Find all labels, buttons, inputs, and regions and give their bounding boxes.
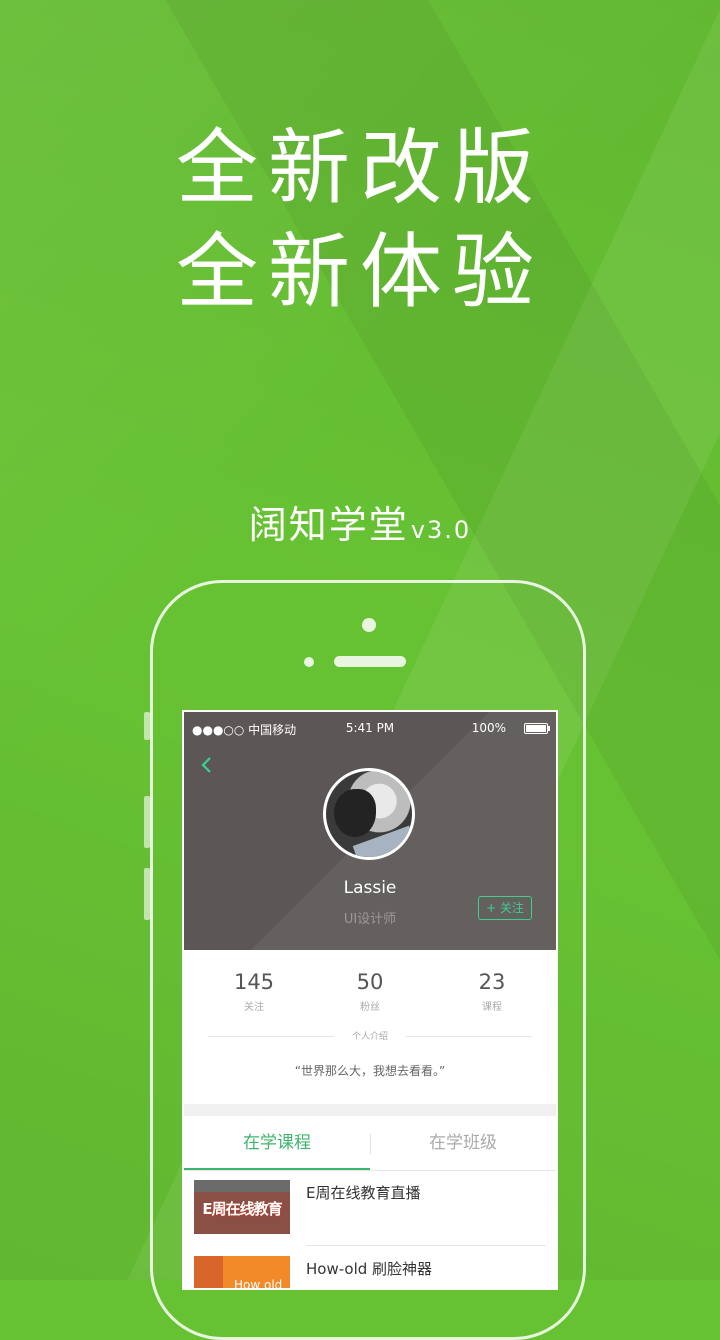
course-item[interactable]: How old How-old 刷脸神器 <box>184 1246 556 1288</box>
headline-line-1: 全新改版 <box>175 121 544 216</box>
stat-label: 粉丝 <box>360 1002 380 1013</box>
course-thumbnail: How old <box>194 1256 290 1288</box>
stat-courses[interactable]: 23 课程 <box>442 970 542 1013</box>
course-thumbnail: E周在线教育 <box>194 1180 290 1234</box>
avatar-hair <box>334 789 376 837</box>
app-version: v3.0 <box>410 516 472 544</box>
battery-percent: 100% <box>471 721 506 735</box>
stat-label: 关注 <box>244 1002 264 1013</box>
tab-current-courses[interactable]: 在学课程 <box>184 1116 370 1170</box>
tab-current-classes[interactable]: 在学班级 <box>370 1116 556 1170</box>
intro-title: 个人介绍 <box>351 1032 388 1042</box>
avatar[interactable] <box>323 768 415 860</box>
stats-panel: 145 关注 50 粉丝 23 课程 个人介绍 “世界那么大，我想去看看。” <box>184 950 556 1078</box>
phone-side-button <box>144 796 150 848</box>
section-divider <box>184 1104 556 1116</box>
follow-button[interactable]: + 关注 <box>478 896 532 920</box>
chevron-left-icon[interactable] <box>200 756 212 779</box>
course-title: E周在线教育直播 <box>306 1184 421 1202</box>
stat-value: 145 <box>233 970 275 994</box>
phone-speaker <box>334 656 406 667</box>
stat-label: 课程 <box>482 1002 502 1013</box>
phone-camera <box>362 618 376 632</box>
phone-screen: ●●●○○ 中国移动 5:41 PM 100% Lassie UI设计师 + 关… <box>182 710 558 1290</box>
profile-header: ●●●○○ 中国移动 5:41 PM 100% Lassie UI设计师 + 关… <box>184 712 556 950</box>
course-thumbnail-text: E周在线教育 <box>202 1200 282 1218</box>
profile-name: Lassie <box>343 878 397 898</box>
stat-value: 50 <box>356 970 384 994</box>
course-title: How-old 刷脸神器 <box>306 1260 433 1278</box>
phone-side-button <box>144 868 150 920</box>
status-bar: ●●●○○ 中国移动 5:41 PM 100% <box>184 712 556 742</box>
app-name: 阔知学堂 <box>248 503 409 547</box>
app-name-version: 阔知学堂v3.0 <box>0 494 720 549</box>
stat-following[interactable]: 145 关注 <box>204 970 304 1013</box>
intro-quote: “世界那么大，我想去看看。” <box>294 1064 446 1078</box>
headline-line-2: 全新体验 <box>175 225 544 320</box>
stat-value: 23 <box>478 970 506 994</box>
phone-side-button <box>144 712 150 740</box>
tab-bar: 在学课程 在学班级 <box>184 1116 556 1171</box>
course-item[interactable]: E周在线教育 E周在线教育直播 <box>184 1170 556 1246</box>
phone-sensor <box>304 657 314 667</box>
stat-followers[interactable]: 50 粉丝 <box>320 970 420 1013</box>
battery-icon <box>524 723 550 734</box>
